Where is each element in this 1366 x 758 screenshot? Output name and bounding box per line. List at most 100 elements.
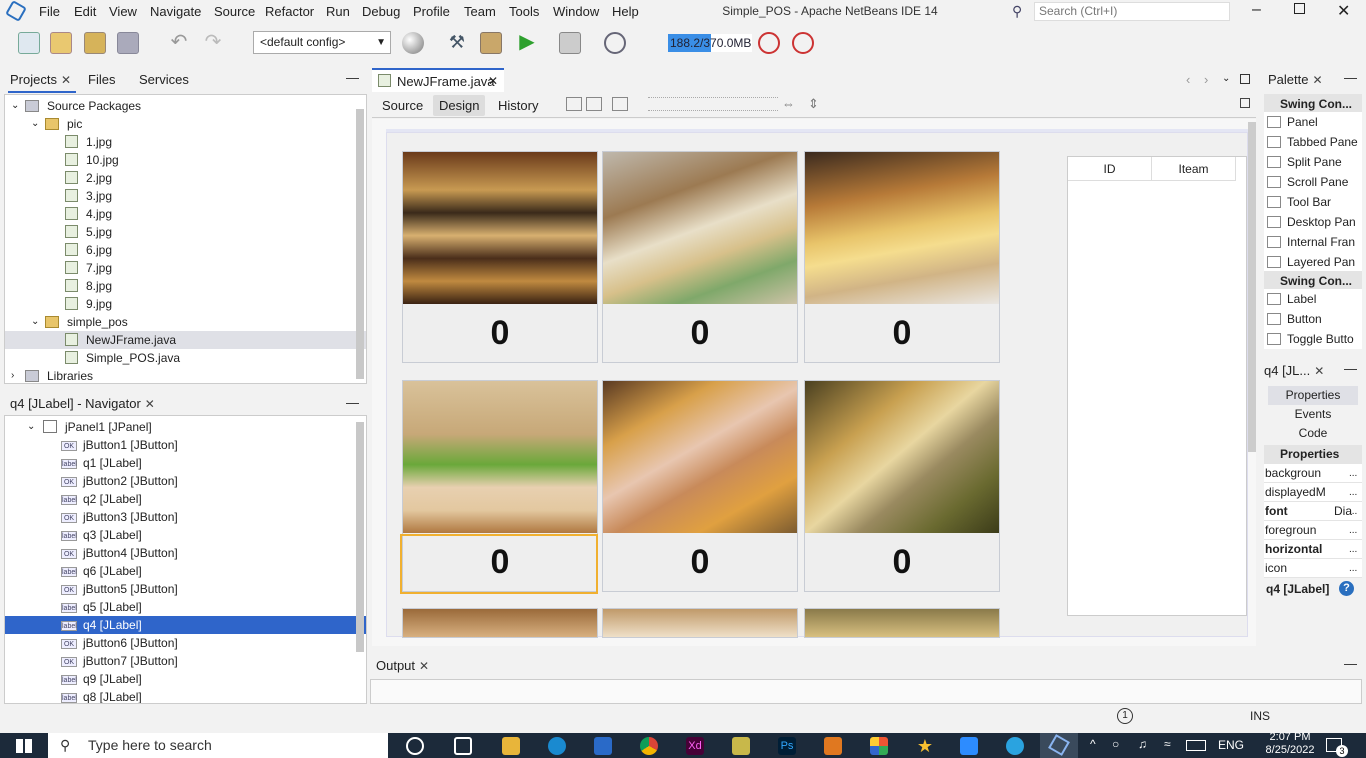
edge-icon[interactable] (548, 737, 566, 755)
tree-item[interactable]: 10.jpg (5, 151, 366, 169)
item-card-8[interactable] (602, 608, 798, 638)
tab-files[interactable]: Files (88, 72, 115, 87)
volume-icon[interactable]: ♫ (1138, 737, 1147, 751)
redo-icon[interactable]: ↷ (202, 32, 224, 54)
cortana-icon[interactable] (406, 737, 424, 755)
sandwich-image[interactable] (403, 381, 597, 533)
close-icon[interactable]: ✕ (145, 397, 155, 411)
palette-item[interactable]: Button (1264, 309, 1362, 329)
property-editor-button[interactable]: ... (1349, 483, 1357, 501)
property-editor-button[interactable]: ... (1349, 464, 1357, 482)
item-card-5[interactable]: 0 (602, 380, 798, 592)
palette-item[interactable]: Split Pane (1264, 152, 1362, 172)
palette-item[interactable]: Internal Fran (1264, 232, 1362, 252)
profile-ide-icon[interactable] (792, 32, 814, 54)
palette-item[interactable]: Panel (1264, 112, 1362, 132)
navigator-item[interactable]: label q9 [JLabel] (5, 670, 366, 688)
chevron-down-icon[interactable]: ⌄ (31, 313, 39, 331)
sandwich-image[interactable] (603, 152, 797, 304)
tree-item[interactable]: 2.jpg (5, 169, 366, 187)
item-card-6[interactable]: 0 (804, 380, 1000, 592)
navigator-item[interactable]: OK jButton2 [JButton] (5, 472, 366, 490)
search-icon[interactable]: ⚲ (1012, 3, 1022, 20)
menu-navigate[interactable]: Navigate (150, 4, 201, 19)
property-row[interactable]: displayedM... (1264, 483, 1362, 502)
tab-navigator[interactable]: q4 [JLabel] - Navigator ✕ (10, 396, 155, 411)
navigator-item[interactable]: label q2 [JLabel] (5, 490, 366, 508)
photoshop-icon[interactable]: Ps (778, 737, 796, 755)
menu-team[interactable]: Team (464, 4, 496, 19)
close-icon[interactable]: ✕ (488, 74, 498, 88)
tab-palette[interactable]: Palette ✕ (1268, 72, 1323, 87)
menu-profile[interactable]: Profile (413, 4, 450, 19)
tab-properties-panel[interactable]: q4 [JL... ✕ (1264, 363, 1324, 378)
wifi-icon[interactable]: ≈ (1164, 737, 1171, 751)
tree-item[interactable]: 3.jpg (5, 187, 366, 205)
tree-item[interactable]: Simple_POS.java (5, 349, 366, 367)
tab-history[interactable]: History (498, 98, 538, 113)
profile-icon[interactable] (604, 32, 626, 54)
office-icon[interactable] (870, 737, 888, 755)
menu-refactor[interactable]: Refactor (265, 4, 314, 19)
sandwich-image[interactable] (603, 381, 797, 533)
undo-icon[interactable]: ↶ (168, 32, 190, 54)
close-icon[interactable]: ✕ (419, 659, 429, 673)
maximize-editor-icon[interactable] (1240, 74, 1250, 84)
palette-item[interactable]: Scroll Pane (1264, 172, 1362, 192)
java-app-icon[interactable] (824, 737, 842, 755)
property-row[interactable]: foregroun... (1264, 521, 1362, 540)
chevron-right-icon[interactable]: › (11, 367, 14, 383)
build-hammer-icon[interactable]: ⚒ (446, 32, 468, 54)
property-row[interactable]: font Dia... (1264, 502, 1362, 521)
globe-icon[interactable] (402, 32, 424, 54)
scroll-right-icon[interactable]: › (1204, 72, 1208, 87)
maximize-button[interactable] (1294, 3, 1305, 14)
search-input[interactable]: Search (Ctrl+I) (1034, 2, 1230, 21)
chevron-down-icon[interactable]: ⌄ (11, 97, 19, 115)
chevron-down-icon[interactable]: ⌄ (27, 418, 35, 436)
clock[interactable]: 2:07 PM 8/25/2022 (1258, 731, 1322, 757)
minimize-button[interactable]: – (1252, 1, 1261, 19)
property-editor-button[interactable]: ... (1349, 502, 1357, 520)
tab-projects[interactable]: Projects ✕ (10, 72, 71, 87)
star-app-icon[interactable]: ★ (916, 737, 934, 755)
netbeans-taskbar-active[interactable] (1040, 733, 1078, 758)
navigator-item[interactable]: OK jButton3 [JButton] (5, 508, 366, 526)
close-icon[interactable]: ✕ (1314, 364, 1324, 378)
telegram-icon[interactable] (1006, 737, 1024, 755)
palette-group[interactable]: Swing Con... (1264, 271, 1362, 291)
vertical-scrollbar[interactable] (356, 422, 364, 652)
save-all-icon[interactable] (117, 32, 139, 54)
palette-group[interactable]: Swing Con... (1264, 94, 1362, 114)
sandwich-image[interactable] (805, 381, 999, 533)
minimize-panel-icon[interactable]: — (1344, 70, 1357, 85)
chevron-down-icon[interactable]: ⌄ (1222, 73, 1230, 84)
tree-item[interactable]: ⌄ simple_pos (5, 313, 366, 331)
item-card-3[interactable]: 0 (804, 151, 1000, 363)
run-icon[interactable]: ▶ (516, 32, 538, 54)
item-card-1[interactable]: 0 (402, 151, 598, 363)
file-explorer-icon[interactable] (502, 737, 520, 755)
adobe-xd-icon[interactable]: Xd (686, 737, 704, 755)
navigator-item[interactable]: ⌄ jPanel1 [JPanel] (5, 418, 366, 436)
property-editor-button[interactable]: ... (1349, 559, 1357, 577)
property-editor-button[interactable]: ... (1349, 540, 1357, 558)
resize-vertical-icon[interactable]: ⇕ (808, 96, 819, 112)
property-row[interactable]: horizontal... (1264, 540, 1362, 559)
palette-item[interactable]: Label (1264, 289, 1362, 309)
tab-properties[interactable]: Properties (1268, 386, 1358, 405)
navigator-item[interactable]: label q6 [JLabel] (5, 562, 366, 580)
tree-item[interactable]: 7.jpg (5, 259, 366, 277)
debug-icon[interactable] (559, 32, 581, 54)
chevron-up-icon[interactable]: ^ (1090, 737, 1096, 751)
config-select[interactable]: <default config> ▼ (253, 31, 391, 54)
property-editor-button[interactable]: ... (1349, 521, 1357, 539)
palette-item[interactable]: Tool Bar (1264, 192, 1362, 212)
chevron-down-icon[interactable]: ⌄ (31, 115, 39, 133)
menu-source[interactable]: Source (214, 4, 255, 19)
notifications-icon[interactable]: 1 (1117, 708, 1133, 724)
tree-item[interactable]: NewJFrame.java (5, 331, 366, 349)
palette-item[interactable]: Layered Pan (1264, 252, 1362, 272)
chrome-icon[interactable] (640, 737, 658, 755)
tree-item[interactable]: › Libraries (5, 367, 366, 383)
